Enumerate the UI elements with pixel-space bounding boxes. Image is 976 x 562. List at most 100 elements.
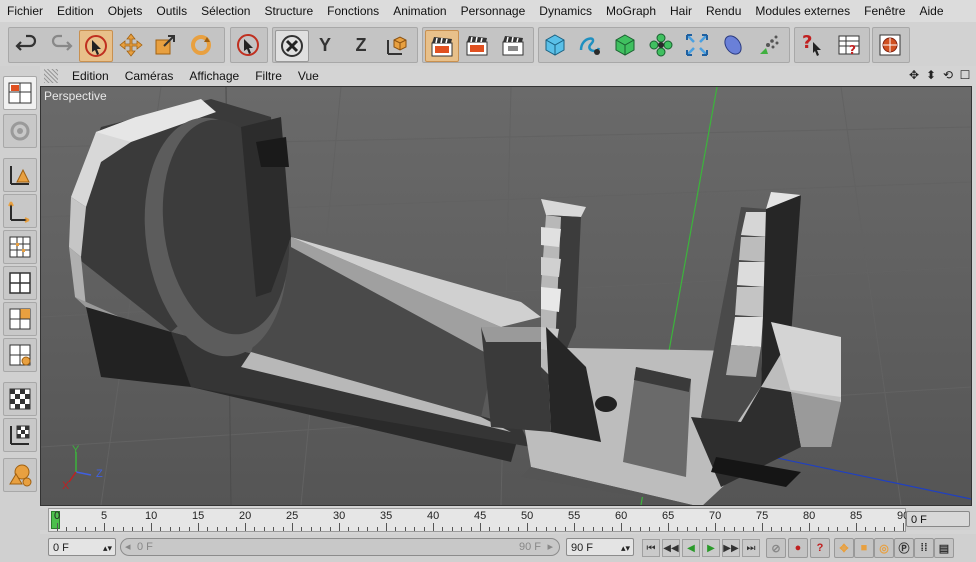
timeline-tick (292, 523, 293, 531)
keyframe-selection-button[interactable]: ? (810, 538, 830, 558)
sculpt-mode-button[interactable] (3, 458, 37, 492)
go-to-start-button[interactable]: ⏮ (642, 539, 660, 557)
web-browser-button[interactable] (874, 30, 906, 60)
coordinate-system-button[interactable] (381, 30, 413, 60)
menu-item-0[interactable]: Fichier (0, 0, 50, 22)
model-mode-button[interactable] (3, 158, 37, 192)
y-axis-lock-button[interactable]: Y (309, 30, 341, 60)
menu-item-7[interactable]: Animation (386, 0, 453, 22)
object-mode-button[interactable] (3, 194, 37, 228)
next-key-button[interactable]: ▶▶ (722, 539, 740, 557)
scale-button[interactable] (149, 30, 181, 60)
add-spline-button[interactable] (574, 30, 606, 60)
render-settings-button[interactable] (497, 30, 529, 60)
play-forwards-button[interactable]: ▶ (702, 539, 720, 557)
perspective-viewport[interactable]: Perspective Y Z X (40, 86, 972, 506)
transport-bar: 0 F ▴▾ ◂ 0 F 90 F ▸ 90 F ▴▾ ⏮ ◀◀ ◀ ▶ ▶▶ ⏭ … (40, 534, 976, 562)
timeline-tick (771, 527, 773, 531)
workplane-mode-button[interactable] (3, 338, 37, 372)
menu-item-3[interactable]: Outils (149, 0, 194, 22)
timeline-help-button[interactable]: ? (833, 30, 865, 60)
undo-button[interactable] (11, 30, 43, 60)
go-to-end-button[interactable]: ⏭ (742, 539, 760, 557)
key-rotation-button[interactable]: ◎ (874, 538, 894, 558)
points-mode-button[interactable] (3, 266, 37, 300)
viewport-menu-item-view[interactable]: Vue (290, 66, 327, 86)
timeline-tick (856, 523, 857, 531)
rotate-button[interactable] (185, 30, 217, 60)
globe-icon (879, 34, 901, 56)
menu-item-5[interactable]: Structure (257, 0, 320, 22)
autokey-button[interactable]: ● (788, 538, 808, 558)
preview-start-field[interactable]: 0 F ▴▾ (48, 538, 116, 556)
rotate-view-icon[interactable]: ⟲ (941, 68, 955, 82)
maximize-view-icon[interactable]: ☐ (958, 68, 972, 82)
menu-item-1[interactable]: Edition (50, 0, 101, 22)
redo-button[interactable] (45, 30, 77, 60)
key-parameter-button[interactable]: Ⓟ (894, 538, 914, 558)
add-deformer-button[interactable] (681, 30, 713, 60)
play-backwards-button[interactable]: ◀ (682, 539, 700, 557)
viewport-menu-item-filter[interactable]: Filtre (247, 66, 290, 86)
menu-item-8[interactable]: Personnage (454, 0, 533, 22)
timeline-tick (658, 527, 660, 531)
timeline-tick (122, 527, 124, 531)
add-nurbs-button[interactable] (609, 30, 641, 60)
snap-mode-button[interactable] (3, 418, 37, 452)
menu-item-6[interactable]: Fonctions (320, 0, 386, 22)
pan-view-icon[interactable]: ✥ (907, 68, 921, 82)
polygons-mode-button[interactable] (3, 302, 37, 336)
menu-item-10[interactable]: MoGraph (599, 0, 663, 22)
x-axis-lock-button[interactable] (275, 30, 309, 62)
cloner-flower-icon (649, 33, 673, 57)
viewport-menu-item-display[interactable]: Affichage (181, 66, 247, 86)
viewport-menu-item-edit[interactable]: Edition (64, 66, 117, 86)
viewport-camera-label: Perspective (44, 89, 107, 103)
menu-item-15[interactable]: Aide (912, 0, 950, 22)
menu-item-9[interactable]: Dynamics (532, 0, 599, 22)
previous-key-button[interactable]: ◀◀ (662, 539, 680, 557)
menu-item-11[interactable]: Hair (663, 0, 699, 22)
key-scale-button[interactable]: ■ (854, 538, 874, 558)
preview-range-slider[interactable]: ◂ 0 F 90 F ▸ (120, 538, 560, 556)
add-environment-button[interactable] (717, 30, 749, 60)
menu-item-2[interactable]: Objets (101, 0, 150, 22)
timeline-bar: 0 5 10 15 20 25 30 35 40 45 50 55 60 65 70 75 80 85 90 0 F (40, 508, 970, 532)
add-mograph-button[interactable] (645, 30, 677, 60)
viewport-menu-bar: Edition Caméras Affichage Filtre Vue ✥ ⬍… (40, 66, 976, 86)
add-light-button[interactable] (753, 30, 785, 60)
menu-item-4[interactable]: Sélection (194, 0, 257, 22)
z-axis-lock-button[interactable]: Z (345, 30, 377, 60)
axis-gizmo-y-label: Y (72, 444, 80, 456)
toolbar-group-help: ? ? (794, 27, 870, 63)
timeline-tick (555, 527, 557, 531)
key-pla-button[interactable]: ⁞⁞ (914, 538, 934, 558)
timeline-tick (207, 527, 209, 531)
viewport-layout-button[interactable] (3, 76, 37, 110)
timeline-ruler[interactable]: 0 5 10 15 20 25 30 35 40 45 50 55 60 65 70 75 80 85 90 (48, 508, 909, 532)
timeline-tick (668, 523, 669, 531)
key-position-button[interactable]: ✥ (834, 538, 854, 558)
preview-end-field[interactable]: 90 F ▴▾ (566, 538, 634, 556)
make-editable-button[interactable] (3, 114, 37, 148)
render-picture-viewer-button[interactable] (461, 30, 493, 60)
help-pointer-button[interactable]: ? (796, 30, 828, 60)
menu-item-13[interactable]: Modules externes (748, 0, 857, 22)
menu-item-12[interactable]: Rendu (699, 0, 748, 22)
timeline-tick (85, 527, 87, 531)
panel-grip-handle[interactable] (44, 69, 58, 83)
timeline-tick (846, 527, 848, 531)
current-frame-field[interactable]: 0 F (906, 511, 970, 527)
solo-mode-button[interactable] (3, 382, 37, 416)
move-view-icon[interactable]: ⬍ (924, 68, 938, 82)
last-tool-button[interactable] (232, 30, 264, 60)
add-cube-button[interactable] (539, 30, 571, 60)
live-selection-button[interactable] (79, 30, 113, 62)
texture-mode-button[interactable] (3, 230, 37, 264)
menu-item-14[interactable]: Fenêtre (857, 0, 912, 22)
render-view-button[interactable] (425, 30, 459, 62)
move-button[interactable] (115, 30, 147, 60)
timeline-menu-button[interactable]: ▤ (934, 538, 954, 558)
viewport-menu-item-cameras[interactable]: Caméras (117, 66, 182, 86)
record-active-objects-button[interactable]: ⊘ (766, 538, 786, 558)
